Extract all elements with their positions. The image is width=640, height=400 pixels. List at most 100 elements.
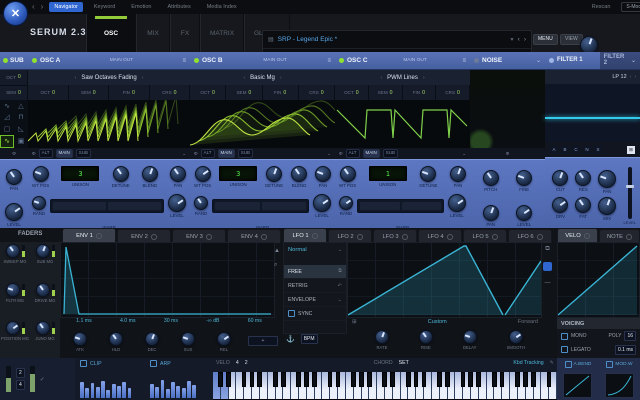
filter-res-knob[interactable] bbox=[575, 170, 591, 186]
sub-wave-active[interactable]: ∿ bbox=[0, 135, 14, 149]
osc-c-pan-knob[interactable] bbox=[450, 166, 466, 182]
osc-c-sem-field[interactable]: SEM0 bbox=[369, 85, 403, 100]
filter-route-b[interactable]: B bbox=[561, 146, 569, 154]
piano-black-key[interactable] bbox=[304, 372, 309, 387]
env-scroll-up-icon[interactable]: ▲ bbox=[274, 248, 280, 254]
filter2-menu-icon[interactable]: ⌄ bbox=[631, 57, 636, 64]
osc-c-oct-field[interactable]: OCT0 bbox=[335, 85, 369, 100]
chrome-tab-media-index[interactable]: Media Index bbox=[202, 2, 242, 12]
fader-drive-slider[interactable] bbox=[52, 284, 55, 296]
piano-black-key[interactable] bbox=[531, 372, 536, 387]
preset-name[interactable]: SRP - Legend Epic * bbox=[278, 36, 338, 43]
chord-label[interactable]: CHORD bbox=[374, 360, 393, 366]
step-bar[interactable] bbox=[171, 382, 175, 398]
step-bar[interactable] bbox=[91, 383, 95, 398]
osc-a-level-knob[interactable] bbox=[168, 194, 186, 212]
piano-black-key[interactable] bbox=[500, 372, 505, 387]
osc-b-phase-icon[interactable]: Φ bbox=[194, 151, 198, 156]
osc-b-menu-icon[interactable]: ≡ bbox=[327, 58, 331, 64]
filter2-title[interactable]: FILTER 2 bbox=[604, 54, 628, 66]
osc-b-table-next-icon[interactable]: › bbox=[280, 75, 282, 81]
tab-osc[interactable]: OSC bbox=[86, 14, 136, 52]
sub-wave-noise[interactable]: ▣ bbox=[14, 135, 28, 149]
fader-position-knob[interactable] bbox=[6, 321, 20, 335]
step-bar[interactable] bbox=[155, 387, 159, 398]
piano-black-key[interactable] bbox=[257, 372, 262, 387]
osc-a-blend-knob[interactable] bbox=[142, 166, 158, 182]
chrome-tab-keyword[interactable]: Keyword bbox=[89, 2, 120, 12]
lfo-bpm-toggle[interactable]: BPM bbox=[301, 334, 318, 344]
osc-b-power-icon[interactable] bbox=[194, 58, 199, 63]
octave-value-2[interactable]: 2 bbox=[245, 360, 248, 366]
filter-route-s[interactable]: S bbox=[594, 146, 602, 154]
tab-velo[interactable]: VELO bbox=[557, 228, 598, 243]
chrome-tab-attributes[interactable]: Attributes bbox=[162, 2, 195, 12]
noise-phase-icon[interactable]: Φ bbox=[506, 151, 510, 156]
filter1-title[interactable]: FILTER 1 bbox=[557, 57, 583, 63]
osc-a-route[interactable]: MAIN OUT bbox=[110, 58, 133, 63]
noise-pitch-knob[interactable] bbox=[483, 170, 499, 186]
osc-c-table-prev-icon[interactable]: ‹ bbox=[380, 75, 382, 81]
tab-lfo1[interactable]: LFO 1 bbox=[283, 228, 327, 243]
sub-wave-tri[interactable]: △ bbox=[14, 100, 28, 112]
env-rel-knob[interactable] bbox=[217, 332, 231, 346]
sub-wave-rsaw[interactable]: ◺ bbox=[14, 123, 28, 135]
piano-black-key[interactable] bbox=[226, 372, 231, 387]
bend-down-slider[interactable] bbox=[30, 366, 35, 392]
env-release-value[interactable]: 60 ms bbox=[248, 318, 262, 324]
osc-c-detune-knob[interactable] bbox=[420, 166, 436, 182]
env-dec-knob[interactable] bbox=[145, 332, 159, 346]
chrome-tab-emotion[interactable]: Emotion bbox=[126, 2, 156, 12]
piano-black-key[interactable] bbox=[218, 372, 223, 387]
tab-lfo4[interactable]: LFO 4 bbox=[418, 229, 462, 243]
sub-wave-pulse[interactable]: ⊓ bbox=[14, 112, 28, 124]
filter-fat-knob[interactable] bbox=[575, 197, 591, 213]
step-bar[interactable] bbox=[192, 385, 196, 398]
filter-response-display[interactable] bbox=[545, 84, 640, 142]
env-decay-value[interactable]: 30 ms bbox=[164, 318, 178, 324]
step-bar[interactable] bbox=[117, 386, 121, 398]
osc-a-sem-field[interactable]: SEM0 bbox=[69, 85, 110, 100]
step-bar[interactable] bbox=[187, 381, 191, 398]
lfo-rise-knob[interactable] bbox=[419, 330, 433, 344]
fader-fltr-slider[interactable] bbox=[22, 284, 25, 296]
osc-c-wave-display[interactable] bbox=[335, 100, 470, 148]
sub-power-icon[interactable] bbox=[3, 58, 8, 63]
modw-curve-pad[interactable] bbox=[605, 373, 634, 398]
noise-level-knob[interactable] bbox=[516, 205, 532, 221]
bend-down-stepper[interactable]: 4 bbox=[16, 380, 25, 390]
filter-route-n[interactable]: N bbox=[583, 146, 591, 154]
octave-value-1[interactable]: 4 bbox=[236, 360, 239, 366]
kbd-tracking-label[interactable]: Kbd Tracking bbox=[513, 360, 543, 366]
filter-mix-knob[interactable] bbox=[598, 197, 616, 215]
osc-b-rand-knob[interactable] bbox=[194, 196, 208, 210]
osc-a-table-name[interactable]: Saw Octaves Fading bbox=[81, 75, 136, 81]
tab-lfo5[interactable]: LFO 5 bbox=[463, 229, 507, 243]
tab-env2[interactable]: ENV 2 bbox=[117, 229, 171, 243]
menu-button[interactable]: MENU bbox=[533, 34, 558, 45]
filter-type-prev-icon[interactable]: ‹ bbox=[630, 74, 632, 80]
lfo-anchor-icon[interactable]: ⚓ bbox=[286, 335, 295, 343]
tab-fx[interactable]: FX bbox=[170, 14, 200, 52]
step-bar[interactable] bbox=[150, 384, 154, 398]
set-button[interactable]: SET bbox=[399, 360, 409, 366]
filter-type[interactable]: LP 12 bbox=[612, 74, 626, 80]
piano-black-key[interactable] bbox=[390, 372, 395, 387]
piano-black-key[interactable] bbox=[422, 372, 427, 387]
osc-c-fin-field[interactable]: FIN0 bbox=[403, 85, 437, 100]
piano-black-key[interactable] bbox=[328, 372, 333, 387]
osc-b-level-knob[interactable] bbox=[313, 194, 331, 212]
filter1-power-icon[interactable] bbox=[549, 58, 554, 63]
kbd-edit-icon[interactable]: ✎ bbox=[550, 360, 554, 366]
filter-drv-knob[interactable] bbox=[552, 197, 568, 213]
lfo-grid-toggle[interactable] bbox=[543, 262, 552, 271]
step-bar[interactable] bbox=[85, 388, 89, 398]
bookmark-icon[interactable]: ▤ bbox=[268, 36, 274, 43]
lfo-option-retrig[interactable]: RETRIG↶ bbox=[284, 279, 346, 293]
osc-b-more-icon[interactable]: ⌄ bbox=[327, 151, 331, 157]
osc-a-wtpos-knob[interactable] bbox=[33, 166, 49, 182]
osc-a-table-prev-icon[interactable]: ‹ bbox=[74, 75, 76, 81]
sub-wave-saw[interactable]: ◿ bbox=[0, 112, 14, 124]
tab-mix[interactable]: MIX bbox=[136, 14, 170, 52]
fader-sweep-slider[interactable] bbox=[22, 245, 25, 257]
